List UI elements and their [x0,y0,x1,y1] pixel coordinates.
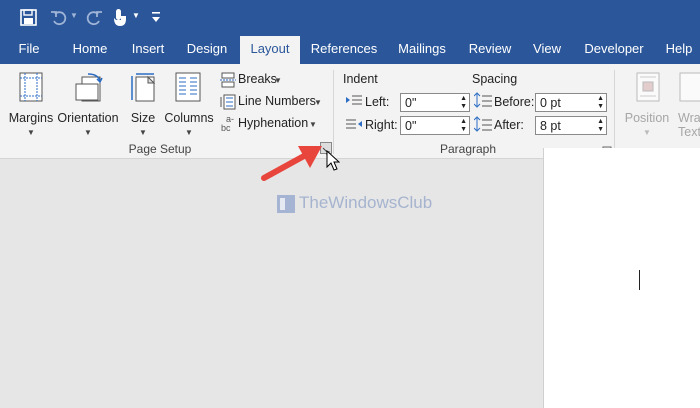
svg-text:bc: bc [221,123,231,133]
tab-review[interactable]: Review [464,36,516,64]
orientation-button[interactable]: Orientation ▼ [56,70,120,137]
tab-file[interactable]: File [8,36,50,64]
title-bar: ▼ ▼ [0,0,700,36]
position-dropdown-icon: ▼ [643,128,651,137]
wrap-text-label-line2: Text [678,125,700,136]
tab-help[interactable]: Help [658,36,700,64]
spacing-before-label: Before: [494,95,535,109]
mouse-pointer-icon [326,150,340,171]
columns-icon [175,72,201,102]
group-separator [614,70,615,154]
breaks-icon [220,72,236,88]
spacing-before-icon [474,92,492,108]
spacing-after-field[interactable]: 8 pt ▲ ▼ [535,116,607,135]
undo-icon[interactable] [50,9,68,27]
size-label: Size [130,111,156,125]
indent-right-label: Right: [365,118,398,132]
redo-icon[interactable] [85,9,103,27]
save-icon[interactable] [20,9,38,27]
spacing-after-icon [474,116,492,132]
spin-up-icon[interactable]: ▲ [460,118,467,126]
tab-references[interactable]: References [307,36,381,64]
line-numbers-button[interactable]: Line Numbers ▼ [219,92,325,112]
spin-down-icon[interactable]: ▼ [460,103,467,111]
document-page[interactable] [543,148,700,408]
margins-icon [19,72,43,102]
hyphenation-label: Hyphenation [238,116,309,130]
spin-down-icon[interactable]: ▼ [460,126,467,134]
columns-button[interactable]: Columns ▼ [162,70,216,137]
spacing-after-value: 8 pt [540,119,561,133]
wrap-text-label-line1: Wra [678,111,700,125]
orientation-label: Orientation [57,111,119,125]
orientation-dropdown-icon: ▼ [84,128,92,137]
breaks-label: Breaks [238,72,277,86]
group-separator [333,70,334,154]
touch-dropdown-icon[interactable]: ▼ [132,11,140,20]
position-icon [636,72,660,102]
position-label: Position [624,111,670,125]
orientation-icon [75,73,103,102]
margins-label: Margins [8,111,54,125]
indent-left-label: Left: [365,95,390,109]
indent-left-field[interactable]: 0" ▲ ▼ [400,93,470,112]
tab-view[interactable]: View [526,36,568,64]
wrap-text-button[interactable]: Wra Text [676,70,700,136]
size-button[interactable]: Size ▼ [126,70,160,137]
line-numbers-icon [220,94,236,110]
tab-design[interactable]: Design [182,36,232,64]
margins-button[interactable]: Margins ▼ [8,70,54,137]
touch-mode-icon[interactable] [112,8,128,28]
spacing-label: Spacing [472,72,518,86]
indent-left-value: 0" [405,96,417,110]
spin-up-icon[interactable]: ▲ [597,95,604,103]
ribbon: Margins ▼ Orientation ▼ Size ▼ Columns ▼… [0,64,700,159]
line-numbers-dropdown-icon: ▼ [314,98,322,107]
spin-up-icon[interactable]: ▲ [597,118,604,126]
tab-insert[interactable]: Insert [123,36,173,64]
thewindowsclub-logo-icon [277,195,295,213]
breaks-dropdown-icon: ▼ [274,76,282,85]
text-cursor [639,270,640,290]
tab-home[interactable]: Home [66,36,114,64]
spacing-before-field[interactable]: 0 pt ▲ ▼ [535,93,607,112]
spin-up-icon[interactable]: ▲ [460,95,467,103]
undo-dropdown-icon[interactable]: ▼ [70,11,78,20]
ribbon-tab-bar: File Home Insert Design Layout Reference… [0,36,700,64]
wrap-text-icon [679,72,700,102]
line-numbers-label: Line Numbers [238,94,316,108]
customize-qat-icon[interactable] [151,11,161,23]
hyphenation-button[interactable]: a- bc Hyphenation ▼ [219,114,325,134]
spin-down-icon[interactable]: ▼ [597,126,604,134]
spacing-before-value: 0 pt [540,96,561,110]
indent-left-icon [346,95,362,105]
position-button[interactable]: Position ▼ [620,70,674,137]
hyphenation-dropdown-icon: ▼ [309,120,317,129]
columns-dropdown-icon: ▼ [185,128,193,137]
indent-right-icon [346,119,362,129]
indent-right-value: 0" [405,119,417,133]
watermark-text: TheWindowsClub [299,193,433,212]
paragraph-group-label: Paragraph [439,142,497,156]
indent-right-field[interactable]: 0" ▲ ▼ [400,116,470,135]
size-icon [131,73,156,102]
breaks-button[interactable]: Breaks ▼ [219,70,325,90]
hyphenation-icon: a- bc [221,114,234,133]
tab-mailings[interactable]: Mailings [389,36,455,64]
size-dropdown-icon: ▼ [139,128,147,137]
annotation-arrow-icon [261,146,322,181]
columns-label: Columns [164,111,214,125]
margins-dropdown-icon: ▼ [27,128,35,137]
tab-layout[interactable]: Layout [240,36,300,64]
tab-developer[interactable]: Developer [579,36,649,64]
spacing-after-label: After: [494,118,524,132]
page-setup-group-label: Page Setup [128,142,192,156]
indent-label: Indent [343,72,378,86]
spin-down-icon[interactable]: ▼ [597,103,604,111]
